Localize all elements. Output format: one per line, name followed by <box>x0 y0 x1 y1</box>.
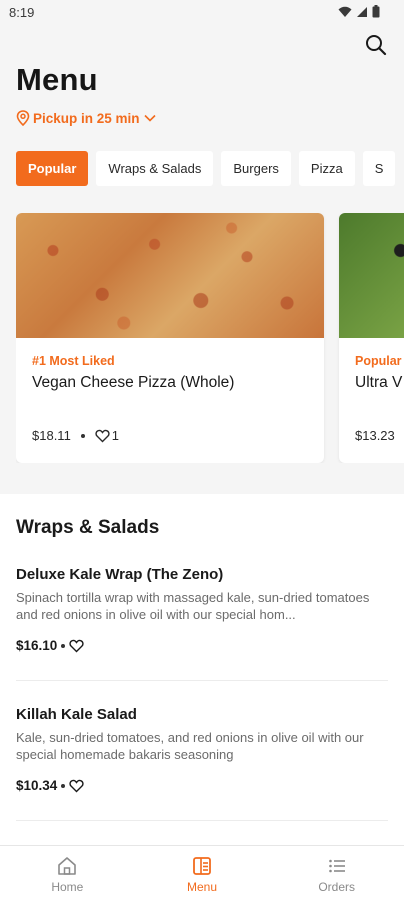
featured-card[interactable]: #1 Most Liked Vegan Cheese Pizza (Whole)… <box>16 213 324 463</box>
orders-icon <box>328 859 345 873</box>
divider <box>16 680 388 681</box>
item-description: Kale, sun-dried tomatoes, and red onions… <box>16 730 364 762</box>
heart-icon[interactable] <box>69 639 84 653</box>
heart-icon <box>95 429 110 442</box>
nav-home-label: Home <box>51 880 84 894</box>
like-button[interactable]: 1 <box>95 428 119 443</box>
search-icon <box>366 35 387 56</box>
item-name: Deluxe Kale Wrap (The Zeno) <box>16 566 224 583</box>
tab-partial[interactable]: S <box>362 151 396 186</box>
featured-price: $13.23 <box>355 428 395 443</box>
tab-burgers[interactable]: Burgers <box>221 151 291 186</box>
item-meta: $10.34 <box>16 778 388 793</box>
featured-meta: $13.23 <box>355 428 395 443</box>
nav-menu-label: Menu <box>186 880 218 894</box>
separator-dot <box>61 643 66 648</box>
bottom-navigation: Home Menu Orders <box>0 845 404 900</box>
item-description: Spinach tortilla wrap with massaged kale… <box>16 590 370 622</box>
featured-price: $18.11 <box>32 428 71 443</box>
location-pin-icon <box>16 110 30 126</box>
featured-tag: #1 Most Liked <box>32 354 115 368</box>
divider <box>16 820 388 821</box>
wifi-icon <box>338 5 352 23</box>
featured-name: Ultra V <box>355 374 403 391</box>
item-price: $16.10 <box>16 638 58 653</box>
featured-meta: $18.11 1 <box>32 428 119 443</box>
nav-orders[interactable]: Orders <box>269 846 404 900</box>
category-tabs: Popular Wraps & Salads Burgers Pizza S <box>16 151 404 186</box>
featured-card[interactable]: Popular Ultra V $13.23 <box>339 213 404 463</box>
featured-card-body: Popular Ultra V $13.23 <box>339 338 404 443</box>
nav-menu[interactable]: Menu <box>135 846 270 900</box>
pizza-image <box>16 213 324 338</box>
tab-wraps-salads[interactable]: Wraps & Salads <box>96 151 214 186</box>
home-icon <box>58 857 77 875</box>
page-title: Menu <box>16 62 98 97</box>
menu-icon <box>193 857 211 875</box>
chevron-down-icon <box>143 114 156 122</box>
pickup-time-selector[interactable]: Pickup in 25 min <box>16 110 157 126</box>
status-time: 8:19 <box>9 5 35 20</box>
like-count: 1 <box>111 428 120 443</box>
tab-pizza[interactable]: Pizza <box>298 151 355 186</box>
tab-popular[interactable]: Popular <box>16 151 89 186</box>
item-name: Killah Kale Salad <box>16 706 137 723</box>
search-button[interactable] <box>364 33 388 57</box>
item-price: $10.34 <box>16 778 58 793</box>
section-title: Wraps & Salads <box>16 517 160 538</box>
featured-card-body: #1 Most Liked Vegan Cheese Pizza (Whole)… <box>16 338 324 443</box>
nav-home[interactable]: Home <box>0 846 135 900</box>
status-icons <box>338 5 380 23</box>
separator-dot <box>80 433 85 438</box>
salad-image <box>339 213 404 338</box>
status-bar: 8:19 <box>0 0 404 26</box>
menu-item[interactable]: Killah Kale Salad Kale, sun-dried tomato… <box>16 706 388 793</box>
heart-icon[interactable] <box>69 779 84 793</box>
featured-name: Vegan Cheese Pizza (Whole) <box>32 374 235 391</box>
signal-icon <box>356 5 368 23</box>
nav-orders-label: Orders <box>318 880 356 894</box>
battery-icon <box>372 5 380 23</box>
menu-item[interactable]: Deluxe Kale Wrap (The Zeno) Spinach tort… <box>16 566 388 653</box>
featured-carousel: #1 Most Liked Vegan Cheese Pizza (Whole)… <box>16 213 404 463</box>
featured-tag: Popular <box>355 354 402 368</box>
pickup-label: Pickup in 25 min <box>33 110 140 126</box>
separator-dot <box>61 783 66 788</box>
item-meta: $16.10 <box>16 638 388 653</box>
